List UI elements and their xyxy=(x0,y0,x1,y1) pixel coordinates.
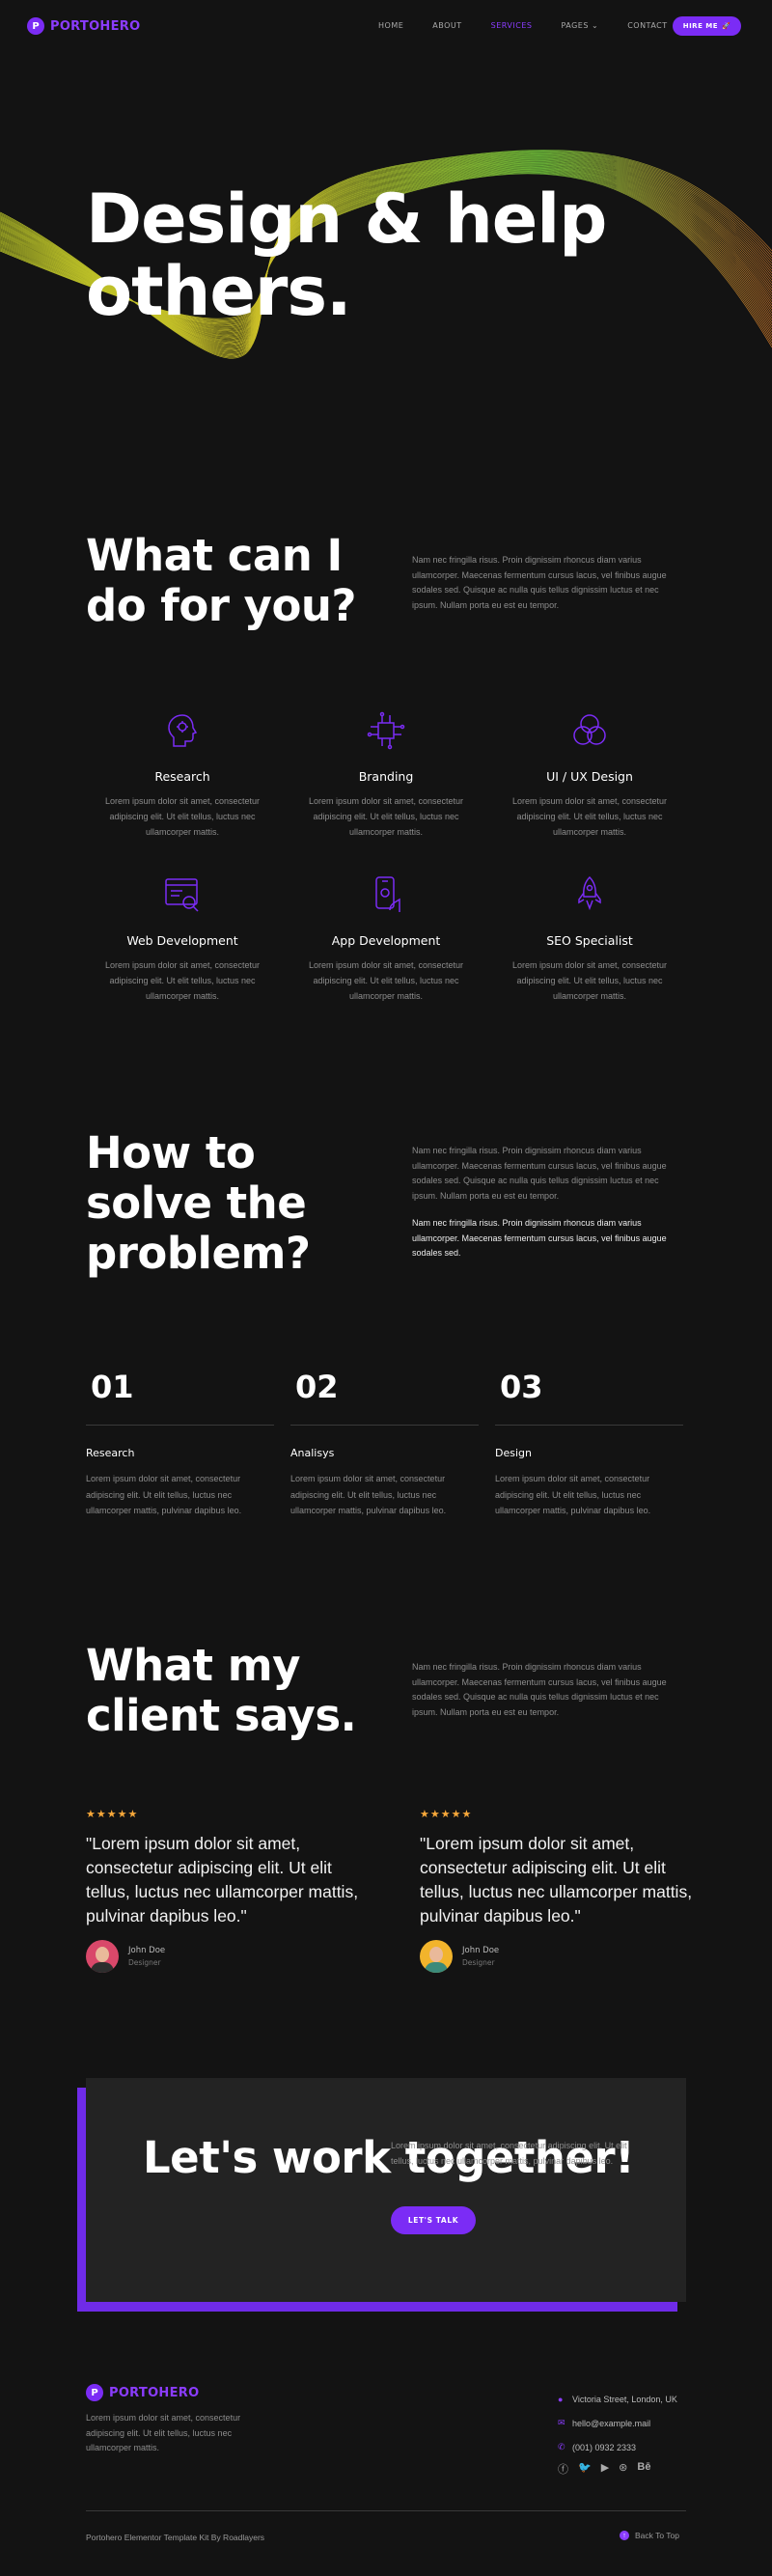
service-title: Web Development xyxy=(126,933,238,948)
step-text: Lorem ipsum dolor sit amet, consectetur … xyxy=(495,1474,651,1515)
footer-divider xyxy=(86,2510,686,2511)
lets-talk-button[interactable]: LET'S TALK xyxy=(391,2206,476,2234)
nav-contact[interactable]: CONTACT xyxy=(627,21,667,30)
footer-about: Lorem ipsum dolor sit amet, consectetur … xyxy=(86,2413,241,2452)
step-text: Lorem ipsum dolor sit amet, consectetur … xyxy=(290,1474,447,1515)
service-text: Lorem ipsum dolor sit amet, consectetur … xyxy=(511,796,668,837)
service-title: Branding xyxy=(358,769,414,784)
cta-box xyxy=(86,2078,686,2302)
mail-icon: ✉ xyxy=(558,2418,565,2427)
circuit-icon xyxy=(367,711,405,750)
logo-mark: P xyxy=(86,2384,103,2401)
location-pin-icon: ● xyxy=(558,2394,564,2404)
service-title: Research xyxy=(154,769,210,784)
step-number: 03 xyxy=(500,1369,543,1405)
step-title: Analisys xyxy=(290,1447,335,1459)
problem-highlight: Nam nec fringilla risus. Proin dignissim… xyxy=(412,1218,667,1258)
testimonial-card: ★★★★★ "Lorem ipsum dolor sit amet, conse… xyxy=(420,1808,700,1973)
avatar xyxy=(420,1940,453,1973)
rocket-icon xyxy=(578,875,601,911)
cta-text: Lorem ipsum dolor sit amet, consectetur … xyxy=(391,2141,627,2166)
problem-title: How to solve the problem? xyxy=(86,1127,311,1279)
footer-contact: ● Victoria Street, London, UK ✉ hello@exam… xyxy=(558,2387,677,2477)
step-card: 01 Research Lorem ipsum dolor sit amet, … xyxy=(86,1369,274,1519)
back-to-top-link[interactable]: ↑ Back To Top xyxy=(620,2531,679,2540)
step-title: Research xyxy=(86,1447,135,1459)
service-card: UI / UX Design Lorem ipsum dolor sit ame… xyxy=(498,709,681,840)
rocket-icon: 🚀 xyxy=(722,22,731,30)
hire-me-button[interactable]: HIRE ME 🚀 xyxy=(673,16,741,36)
testimonial-quote: "Lorem ipsum dolor sit amet, consectetur… xyxy=(420,1834,693,1925)
testimonial-author: John Doe Designer xyxy=(420,1940,700,1973)
problem-intro: Nam nec fringilla risus. Proin dignissim… xyxy=(412,1146,667,1201)
star-rating: ★★★★★ xyxy=(86,1808,139,1820)
logo-text: PORTOHERO xyxy=(109,2385,200,2400)
author-role: Designer xyxy=(128,1958,161,1967)
service-text: Lorem ipsum dolor sit amet, consectetur … xyxy=(308,960,464,1001)
avatar xyxy=(86,1940,119,1973)
step-number: 01 xyxy=(91,1369,134,1405)
service-title: UI / UX Design xyxy=(546,769,633,784)
dribbble-icon[interactable]: ⊛ xyxy=(619,2461,627,2477)
arrow-up-icon: ↑ xyxy=(620,2531,629,2540)
step-divider xyxy=(86,1425,274,1426)
phone-icon: ✆ xyxy=(558,2442,565,2451)
color-circles-icon xyxy=(573,714,606,745)
copyright: Portohero Elementor Template Kit By Road… xyxy=(86,2533,265,2542)
clients-intro: Nam nec fringilla risus. Proin dignissim… xyxy=(412,1662,667,1717)
service-text: Lorem ipsum dolor sit amet, consectetur … xyxy=(308,796,464,837)
hero-title: Design & help others. xyxy=(86,180,607,331)
nav-home[interactable]: HOME xyxy=(378,21,403,30)
testimonial-author: John Doe Designer xyxy=(86,1940,366,1973)
service-card: Branding Lorem ipsum dolor sit amet, con… xyxy=(294,709,478,840)
main-nav: HOME ABOUT SERVICES PAGES ⌄ CONTACT xyxy=(378,21,697,30)
services-title: What can I do for you? xyxy=(86,530,357,631)
brain-icon xyxy=(168,714,198,747)
nav-pages[interactable]: PAGES ⌄ xyxy=(561,21,598,30)
service-card: App Development Lorem ipsum dolor sit am… xyxy=(294,873,478,1004)
service-title: App Development xyxy=(331,933,441,948)
service-title: SEO Specialist xyxy=(546,933,633,948)
author-name: John Doe xyxy=(462,1946,500,1955)
step-number: 02 xyxy=(295,1369,339,1405)
step-card: 03 Design Lorem ipsum dolor sit amet, co… xyxy=(495,1369,683,1519)
service-text: Lorem ipsum dolor sit amet, consectetur … xyxy=(104,796,261,837)
step-divider xyxy=(290,1425,479,1426)
nav-services[interactable]: SERVICES xyxy=(491,21,533,30)
services-intro: Nam nec fringilla risus. Proin dignissim… xyxy=(412,555,667,610)
author-name: John Doe xyxy=(128,1946,166,1955)
twitter-icon[interactable]: 🐦 xyxy=(578,2461,592,2477)
service-card: Research Lorem ipsum dolor sit amet, con… xyxy=(91,709,274,840)
service-text: Lorem ipsum dolor sit amet, consectetur … xyxy=(511,960,668,1001)
behance-icon[interactable]: Bē xyxy=(637,2461,650,2477)
testimonial-quote: "Lorem ipsum dolor sit amet, consectetur… xyxy=(86,1834,359,1925)
browser-search-icon xyxy=(165,878,199,912)
service-text: Lorem ipsum dolor sit amet, consectetur … xyxy=(104,960,261,1001)
author-role: Designer xyxy=(462,1958,495,1967)
back-to-top-label: Back To Top xyxy=(635,2531,679,2540)
service-card: Web Development Lorem ipsum dolor sit am… xyxy=(91,873,274,1004)
logo-mark: P xyxy=(27,17,44,35)
facebook-icon[interactable]: ⓕ xyxy=(558,2461,568,2477)
step-title: Design xyxy=(495,1447,532,1459)
star-rating: ★★★★★ xyxy=(420,1808,473,1820)
social-links: ⓕ 🐦 ▶ ⊛ Bē xyxy=(558,2461,677,2477)
site-logo[interactable]: P PORTOHERO xyxy=(27,17,140,35)
youtube-icon[interactable]: ▶ xyxy=(601,2461,609,2477)
footer-email[interactable]: hello@example.mail xyxy=(572,2419,650,2428)
testimonial-card: ★★★★★ "Lorem ipsum dolor sit amet, conse… xyxy=(86,1808,366,1973)
footer-logo[interactable]: P PORTOHERO xyxy=(86,2384,199,2401)
step-divider xyxy=(495,1425,683,1426)
step-text: Lorem ipsum dolor sit amet, consectetur … xyxy=(86,1474,242,1515)
clients-title: What my client says. xyxy=(86,1640,357,1741)
nav-about[interactable]: ABOUT xyxy=(432,21,461,30)
hire-me-label: HIRE ME xyxy=(682,22,719,30)
footer-phone[interactable]: (001) 0932 2333 xyxy=(572,2443,636,2452)
mobile-hand-icon xyxy=(375,876,400,912)
service-card: SEO Specialist Lorem ipsum dolor sit ame… xyxy=(498,873,681,1004)
step-card: 02 Analisys Lorem ipsum dolor sit amet, … xyxy=(290,1369,479,1519)
logo-text: PORTOHERO xyxy=(50,18,141,34)
footer-address: Victoria Street, London, UK xyxy=(572,2394,677,2404)
